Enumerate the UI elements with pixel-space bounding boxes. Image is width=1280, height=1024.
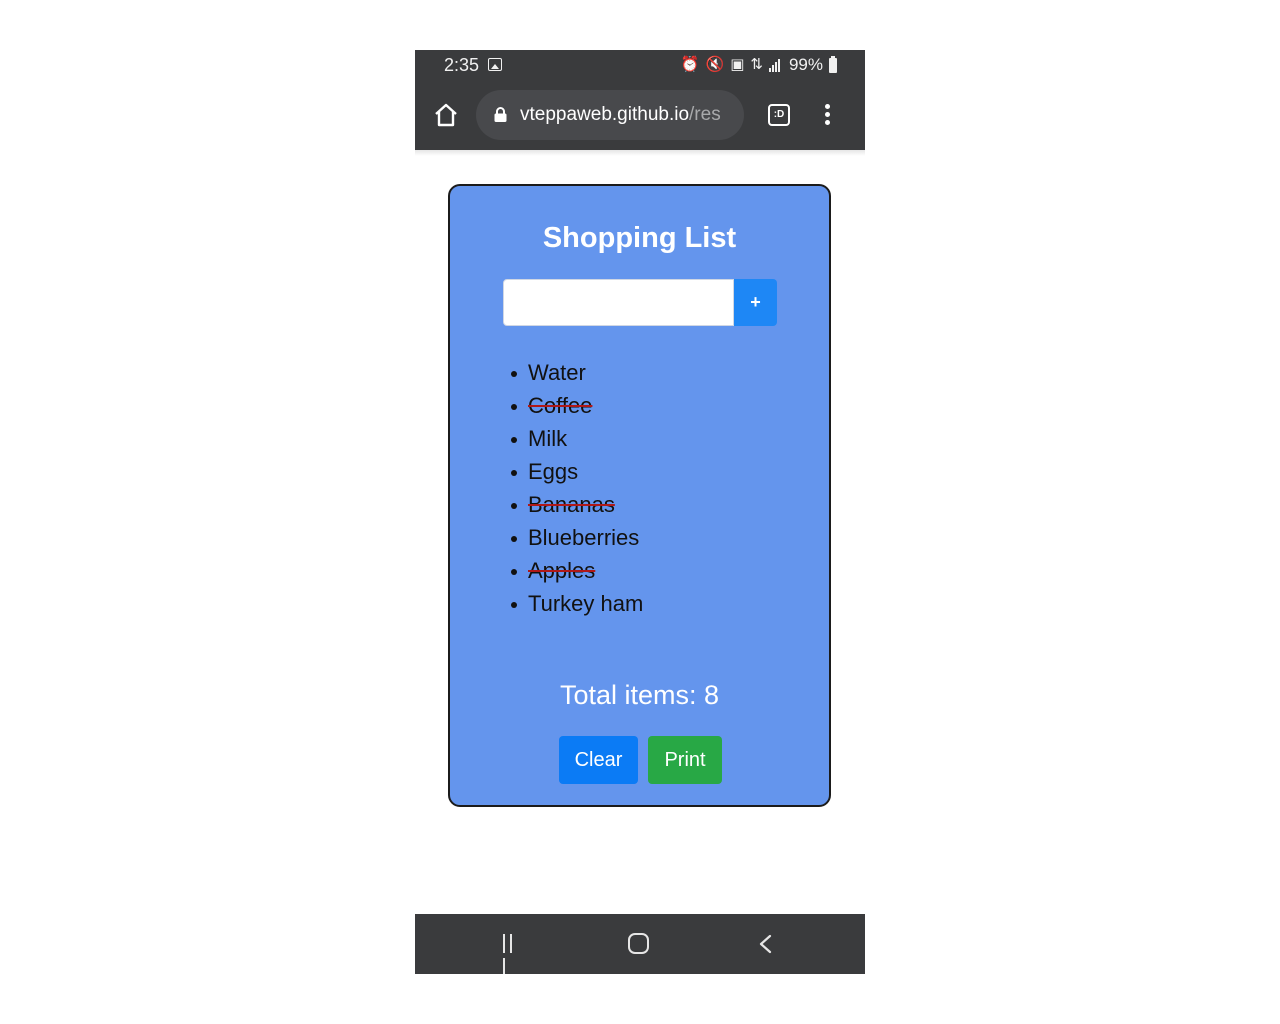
alarm-icon: ⏰ <box>680 56 700 73</box>
toolbar-shadow <box>415 150 865 156</box>
print-button[interactable]: Print <box>648 736 722 784</box>
tab-switcher-icon[interactable]: :D <box>768 104 790 126</box>
total-items-label: Total items: 8 <box>559 680 720 710</box>
status-icons: ⏰ 🔇 ▣ ⇅ 99% <box>681 55 837 75</box>
list-item[interactable]: Eggs <box>510 455 643 488</box>
system-nav-bar <box>415 914 865 974</box>
list-item[interactable]: Apples <box>510 554 643 587</box>
mute-vibrate-icon: 🔇 <box>705 56 725 73</box>
list-item[interactable]: Coffee <box>510 389 643 422</box>
battery-percent: 99% <box>788 55 823 74</box>
recents-icon[interactable] <box>503 934 523 974</box>
item-input[interactable] <box>503 279 734 326</box>
list-item[interactable]: Milk <box>510 422 643 455</box>
home-icon[interactable] <box>433 102 459 128</box>
url-path: /res <box>689 104 721 125</box>
status-time: 2:35 <box>444 55 480 75</box>
battery-icon <box>829 55 837 73</box>
list-item[interactable]: Bananas <box>510 488 643 521</box>
back-icon[interactable] <box>755 933 777 955</box>
list-item[interactable]: Blueberries <box>510 521 643 554</box>
shopping-list-card: Shopping List + Water Coffee Milk Eggs B… <box>448 184 831 807</box>
lock-icon <box>494 107 507 122</box>
list-item[interactable]: Turkey ham <box>510 587 643 620</box>
phone-screen: 2:35 ⏰ 🔇 ▣ ⇅ 99% vteppaweb.github.io/res… <box>415 50 865 974</box>
status-bar: 2:35 ⏰ 🔇 ▣ ⇅ 99% <box>415 50 865 82</box>
browser-toolbar: vteppaweb.github.io/res :D <box>415 82 865 150</box>
signal-icon <box>768 59 780 72</box>
more-menu-icon[interactable] <box>825 104 831 128</box>
list-item[interactable]: Water <box>510 356 643 389</box>
data-transfer-icon: ⇅ <box>750 56 763 73</box>
add-item-button[interactable]: + <box>734 279 777 326</box>
url-bar[interactable]: vteppaweb.github.io/res <box>476 90 744 140</box>
url-text: vteppaweb.github.io/res <box>520 104 721 126</box>
page-title: Shopping List <box>542 222 737 254</box>
shopping-items-list: Water Coffee Milk Eggs Bananas Blueberri… <box>510 356 643 620</box>
url-domain: vteppaweb.github.io <box>520 104 690 125</box>
clear-button[interactable]: Clear <box>559 736 638 784</box>
image-icon <box>488 58 502 71</box>
sim-lock-icon: ▣ <box>730 56 745 73</box>
home-circle-icon[interactable] <box>628 933 649 954</box>
